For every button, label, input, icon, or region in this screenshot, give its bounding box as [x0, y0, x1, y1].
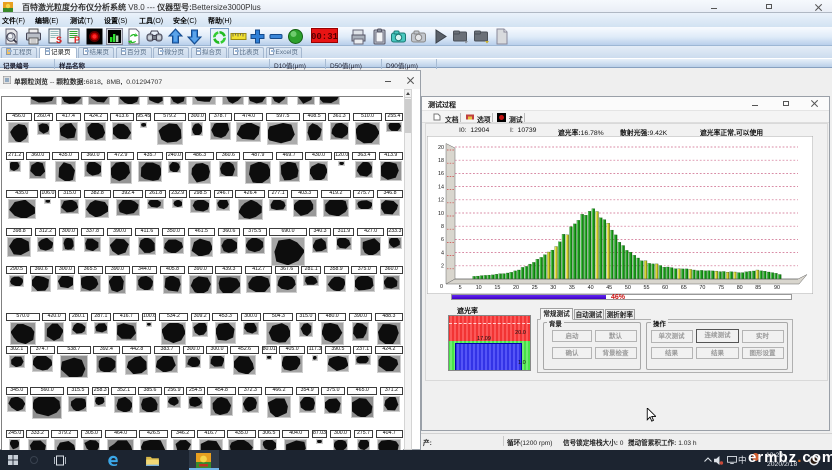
svg-text:P: P [74, 35, 80, 45]
svg-text:5: 5 [459, 285, 462, 291]
svg-text:90: 90 [774, 285, 780, 291]
svg-text:10: 10 [476, 285, 482, 291]
svg-text:18: 18 [438, 158, 444, 164]
svg-text:35: 35 [569, 285, 575, 291]
svg-text:10: 10 [438, 211, 444, 217]
svg-text:55: 55 [644, 285, 650, 291]
svg-text:50: 50 [625, 285, 631, 291]
svg-text:6: 6 [441, 237, 444, 243]
svg-text:85: 85 [755, 285, 761, 291]
svg-text:40: 40 [588, 285, 594, 291]
svg-text:70: 70 [699, 285, 705, 291]
svg-text:2: 2 [441, 264, 444, 270]
svg-text:30: 30 [550, 285, 556, 291]
svg-text:00:31: 00:31 [311, 32, 338, 42]
svg-text:65: 65 [681, 285, 687, 291]
svg-text:75: 75 [718, 285, 724, 291]
svg-text:20: 20 [513, 285, 519, 291]
svg-text:80: 80 [737, 285, 743, 291]
svg-text:12: 12 [438, 198, 444, 204]
svg-text:8: 8 [441, 224, 444, 230]
svg-text:S: S [56, 35, 62, 45]
svg-text:45: 45 [606, 285, 612, 291]
svg-text:60: 60 [662, 285, 668, 291]
svg-text:14: 14 [438, 184, 444, 190]
svg-text:20: 20 [438, 145, 444, 151]
svg-text:0: 0 [440, 284, 443, 290]
svg-text:16: 16 [438, 171, 444, 177]
svg-text:4: 4 [441, 250, 444, 256]
svg-text:25: 25 [532, 285, 538, 291]
svg-text:15: 15 [494, 285, 500, 291]
